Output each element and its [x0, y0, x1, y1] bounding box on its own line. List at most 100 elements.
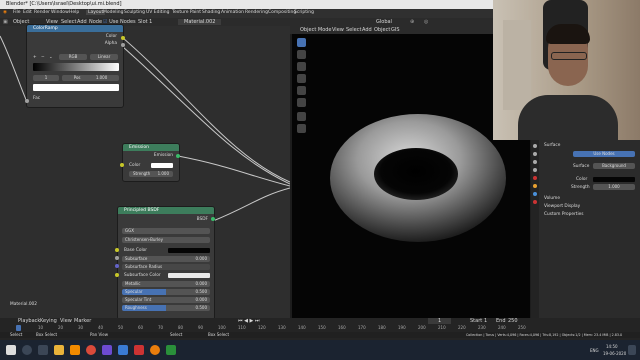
move-tool-icon[interactable]: [297, 62, 306, 71]
metallic-field[interactable]: Metallic 0.000: [122, 281, 210, 287]
vlc-icon[interactable]: [70, 345, 80, 355]
specular-tint-field[interactable]: Specular Tint 0.000: [122, 297, 210, 303]
proportional-icon[interactable]: ◎: [424, 19, 428, 25]
blender-logo-icon[interactable]: ◉: [3, 10, 7, 15]
playhead[interactable]: [16, 325, 21, 331]
language-indicator[interactable]: ENG: [590, 348, 599, 354]
timeline-menu-view[interactable]: View: [60, 318, 72, 324]
tab-shading[interactable]: Shading: [202, 10, 220, 15]
viewport-display-panel-header[interactable]: Viewport Display: [544, 204, 580, 209]
colorramp-title[interactable]: ColorRamp: [27, 25, 123, 32]
measure-tool-icon[interactable]: [297, 124, 306, 133]
tab-animation[interactable]: Animation: [221, 10, 244, 15]
explorer-icon[interactable]: [54, 345, 64, 355]
prop-tab-object-icon[interactable]: [533, 184, 537, 188]
clock-time[interactable]: 14:50: [606, 344, 618, 350]
app-icon-1[interactable]: [102, 345, 112, 355]
timeline-menu-playback[interactable]: Playback: [18, 318, 40, 324]
remove-stop-button[interactable]: −: [41, 55, 45, 60]
app-icon-3[interactable]: [134, 345, 144, 355]
node-editor[interactable]: ColorRamp Color Alpha + − ⌄ RGB Linear 1…: [0, 24, 290, 320]
stop-color-swatch[interactable]: [33, 84, 119, 91]
timeline-menu-marker[interactable]: Marker: [74, 318, 91, 324]
playback-controls[interactable]: ⏮ ◀ ▶ ⏭: [238, 318, 259, 324]
material-field[interactable]: Material.002: [178, 19, 222, 25]
prop-tab-scene-icon[interactable]: [533, 168, 537, 172]
emission-node[interactable]: Emission Emission Color Strength 1.000: [122, 143, 180, 182]
chrome-icon[interactable]: [86, 345, 96, 355]
app-icon-4[interactable]: [166, 345, 176, 355]
tab-compositing[interactable]: Compositing: [268, 10, 296, 15]
emission-color-swatch[interactable]: [151, 163, 173, 168]
rotate-tool-icon[interactable]: [297, 74, 306, 83]
emission-output-socket[interactable]: [176, 154, 180, 158]
subsurface-radius-dropdown[interactable]: Subsurface Radius: [122, 264, 210, 270]
ramp-menu-icon[interactable]: ⌄: [49, 55, 53, 60]
prop-tab-material-icon[interactable]: [533, 200, 537, 204]
emission-color-socket[interactable]: [120, 163, 124, 167]
specular-field[interactable]: Specular 0.500: [122, 289, 210, 295]
clock-date[interactable]: 19-06-2020: [603, 351, 626, 357]
search-icon[interactable]: [22, 345, 32, 355]
app-icon-2[interactable]: [118, 345, 128, 355]
tab-modeling[interactable]: Modeling: [103, 10, 123, 15]
distribution-dropdown[interactable]: GGX: [122, 228, 210, 234]
snap-icon[interactable]: ⊕: [410, 19, 414, 25]
tab-texture-paint[interactable]: Texture Paint: [172, 10, 201, 15]
tab-rendering[interactable]: Rendering: [245, 10, 268, 15]
subsurface-color-socket[interactable]: [115, 273, 119, 277]
add-stop-button[interactable]: +: [33, 55, 37, 60]
volume-panel-header[interactable]: Volume: [544, 196, 560, 201]
blender-taskbar-icon[interactable]: [150, 345, 160, 355]
menu-file[interactable]: File: [13, 10, 21, 15]
colorramp-alpha-socket[interactable]: [121, 43, 125, 47]
subsurface-radius-socket[interactable]: [115, 264, 119, 268]
subsurface-method-dropdown[interactable]: Christensen-Burley: [122, 237, 210, 243]
prop-tab-tool-icon[interactable]: [533, 144, 537, 148]
strength-field[interactable]: 1.000: [593, 184, 635, 190]
custom-properties-panel-header[interactable]: Custom Properties: [544, 212, 584, 217]
viewport-menu-select[interactable]: Select: [346, 27, 361, 33]
surface-panel-header[interactable]: Surface: [544, 143, 560, 148]
stop-index-field[interactable]: 1: [33, 75, 59, 81]
start-frame-field[interactable]: 1: [484, 318, 487, 324]
viewport-menu-add[interactable]: Add: [362, 27, 372, 33]
prop-tab-output-icon[interactable]: [533, 160, 537, 164]
end-frame-field[interactable]: 250: [508, 318, 518, 324]
frame-ruler[interactable]: 0102030405060708090100110120130140150160…: [0, 325, 640, 332]
bsdf-title[interactable]: Principled BSDF: [118, 207, 214, 214]
surface-shader-dropdown[interactable]: Background: [593, 163, 635, 169]
prop-tab-world-icon[interactable]: [533, 176, 537, 180]
orientation-dropdown[interactable]: Global: [376, 19, 392, 25]
subsurface-socket[interactable]: [115, 256, 119, 260]
mode-dropdown[interactable]: Object Mode: [300, 27, 332, 33]
base-color-socket[interactable]: [115, 248, 119, 252]
annotate-tool-icon[interactable]: [297, 112, 306, 121]
prop-tab-render-icon[interactable]: [533, 152, 537, 156]
interpolation-dropdown[interactable]: Linear: [90, 54, 118, 60]
viewport-menu-view[interactable]: View: [332, 27, 344, 33]
bsdf-output-socket[interactable]: [211, 217, 215, 221]
editor-type-icon[interactable]: ▣: [3, 19, 8, 25]
tab-uv-editing[interactable]: UV Editing: [146, 10, 169, 15]
use-nodes-button[interactable]: Use Nodes: [573, 151, 635, 157]
position-field[interactable]: Pos 1.000: [62, 75, 119, 81]
transform-tool-icon[interactable]: [297, 98, 306, 107]
world-color-swatch[interactable]: [593, 177, 635, 182]
menu-window[interactable]: Window: [51, 10, 69, 15]
cursor-tool-icon[interactable]: [297, 50, 306, 59]
viewport-menu-gis[interactable]: GIS: [391, 27, 400, 33]
color-mode-dropdown[interactable]: RGB: [59, 54, 87, 60]
colorramp-color-socket[interactable]: [121, 36, 125, 40]
slot-dropdown[interactable]: Slot 1: [138, 19, 152, 25]
scale-tool-icon[interactable]: [297, 86, 306, 95]
colorramp-fac-socket[interactable]: [25, 99, 29, 103]
tab-scripting[interactable]: Scripting: [294, 10, 314, 15]
emission-title[interactable]: Emission: [123, 144, 179, 151]
menu-render[interactable]: Render: [34, 10, 50, 15]
roughness-field[interactable]: Roughness 0.500: [122, 305, 210, 311]
subsurface-field[interactable]: Subsurface 0.000: [122, 256, 210, 262]
tab-sculpting[interactable]: Sculpting: [124, 10, 145, 15]
menu-help[interactable]: Help: [69, 10, 79, 15]
viewport-menu-object[interactable]: Object: [374, 27, 390, 33]
